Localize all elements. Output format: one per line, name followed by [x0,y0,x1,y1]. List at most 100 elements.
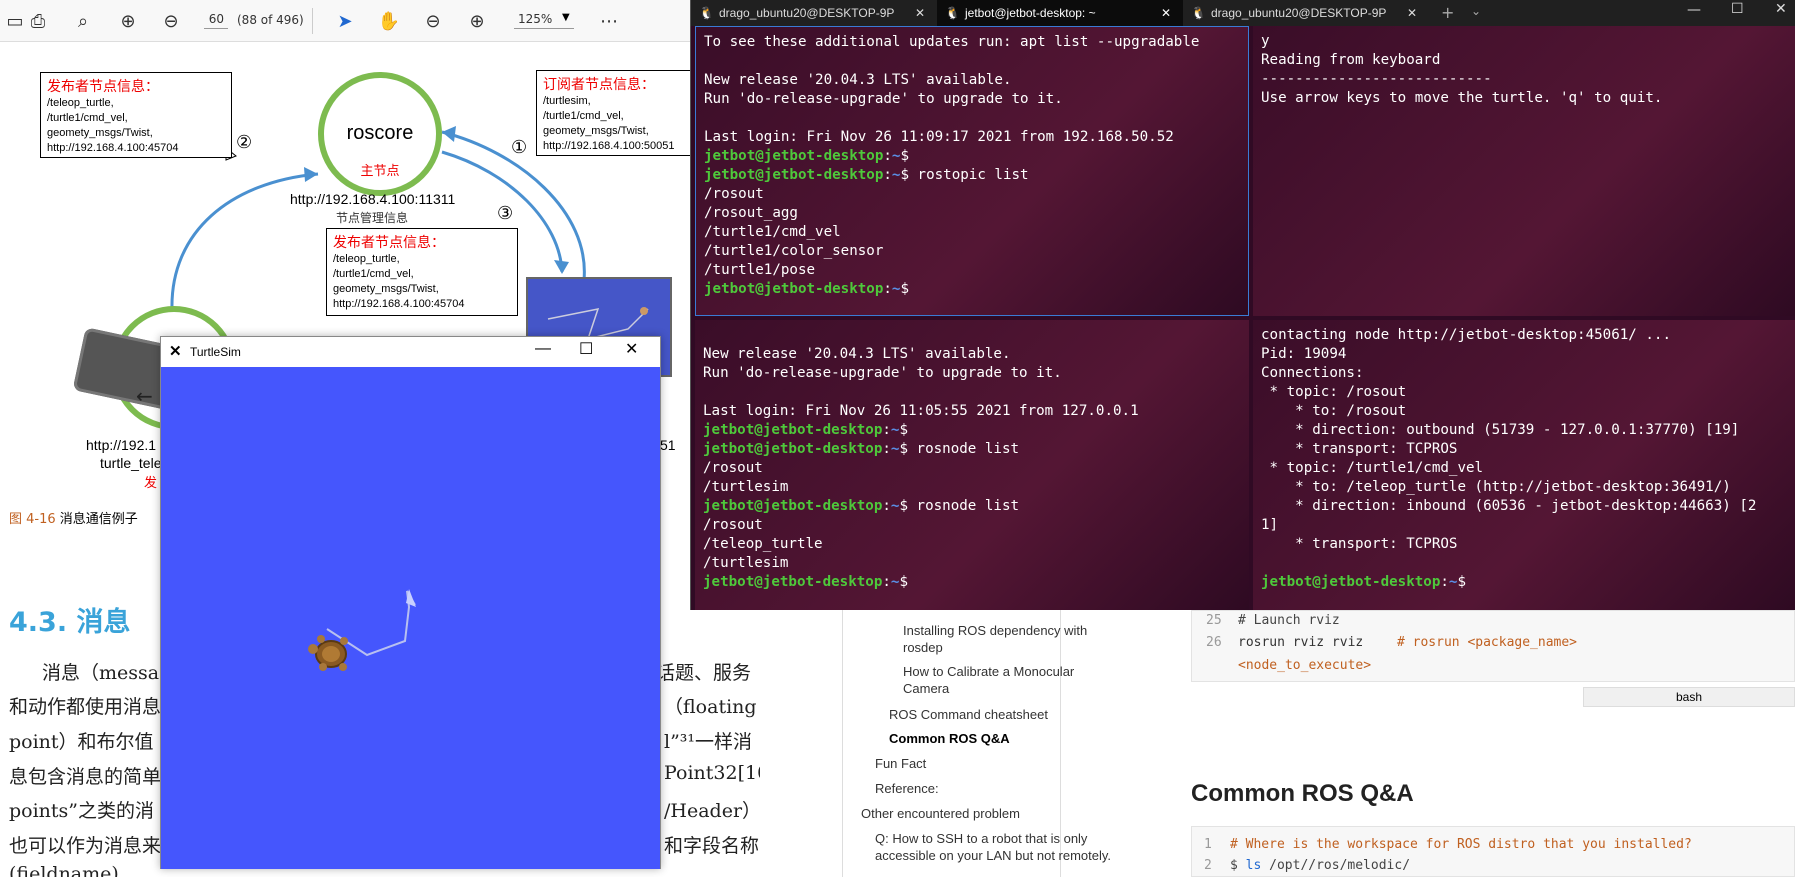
close-icon[interactable]: ✕ [1161,0,1171,26]
select-cursor-icon[interactable]: ➤ [334,10,356,32]
code-comment: <node_to_execute> [1238,658,1372,673]
note-title: 发布者节点信息： [47,78,159,94]
turtlesim-canvas[interactable] [161,367,660,869]
section-number: 4.3. [9,607,68,638]
note-title: 发布者节点信息： [333,234,445,250]
prompt-path: ~ [890,498,900,514]
zoom-out-icon[interactable]: ⊖ [422,10,444,32]
terminal-output: y Reading from keyboard ----------------… [1261,33,1663,106]
prompt-user: jetbot@jetbot-desktop [703,422,883,438]
page-up-icon[interactable]: ⊕ [117,10,139,32]
close-icon[interactable]: ✕ [625,339,638,359]
toc-item[interactable]: Reference: [875,780,939,797]
new-tab-icon[interactable]: + [1441,3,1454,22]
prompt-user: jetbot@jetbot-desktop [704,167,884,183]
prompt-path: ~ [890,441,900,457]
note-title: 订阅者节点信息： [543,76,655,92]
docs-heading: Common ROS Q&A [1191,780,1414,807]
turtlesim-title: TurtleSim [190,345,241,359]
step-2-marker: ② [236,132,253,153]
turtlesim-window[interactable]: ✕ TurtleSim — ☐ ✕ [160,336,661,869]
page-down-icon[interactable]: ⊖ [160,10,182,32]
left-node-red-label: 发 [144,476,158,491]
minimize-icon[interactable]: — [535,340,551,358]
para-left: (fieldname) [9,863,119,877]
toc-item[interactable]: Installing ROS dependency with [903,622,1087,639]
terminal-pane-2[interactable]: y Reading from keyboard ----------------… [1253,26,1795,316]
prompt-user: jetbot@jetbot-desktop [703,574,883,590]
tab-drago-1[interactable]: 🐧 drago_ubuntu20@DESKTOP-9P ✕ [691,0,937,26]
roscore-caption: 节点管理信息 [336,211,409,225]
publisher-note-2: 发布者节点信息： /teleop_turtle, /turtle1/cmd_ve… [326,228,518,316]
toc-item[interactable]: ROS Command cheatsheet [889,706,1048,723]
prompt-path: ~ [890,574,900,590]
tab-drago-2[interactable]: 🐧 drago_ubuntu20@DESKTOP-9P ✕ [1183,0,1429,26]
para-left: point）和布尔值 [9,731,154,753]
close-icon[interactable]: ✕ [1775,1,1787,17]
line-number: 26 [1206,635,1222,650]
terminal-pane-1[interactable]: To see these additional updates run: apt… [695,26,1249,316]
toc-item[interactable]: How to Calibrate a Monocular [903,663,1074,680]
step-1-marker: ① [511,137,528,158]
terminal-output: To see these additional updates run: apt… [704,34,1200,297]
save-icon[interactable]: ▭ [4,10,26,32]
maximize-icon[interactable]: ☐ [1731,1,1744,17]
chevron-down-icon[interactable]: ▼ [562,12,570,23]
minimize-icon[interactable]: — [1687,2,1701,18]
subscriber-note: 订阅者节点信息： /turtlesim, /turtle1/cmd_vel, g… [536,70,696,156]
close-icon[interactable]: ✕ [915,0,925,26]
code-comment: # rosrun <package_name> [1397,635,1578,650]
note-line: geomety_msgs/Twist, [543,125,649,137]
toc-item[interactable]: Camera [903,680,949,697]
chevron-down-icon[interactable]: ⌄ [1471,4,1481,18]
note-line: /teleop_turtle, [47,97,114,109]
publisher-note: 发布者节点信息： /teleop_turtle, /turtle1/cmd_ve… [40,72,232,158]
toc-item-active[interactable]: Common ROS Q&A [889,730,1010,747]
toc-item[interactable]: Other encountered problem [861,805,1020,822]
code-keyword: ls [1245,858,1262,873]
pdf-toolbar: ▭ ⎙ ⌕ ⊕ ⊖ 60 (88 of 496) ➤ ✋ ⊖ ⊕ 125% ▼ … [0,0,760,42]
para-right: （floating [664,696,757,718]
para-left: 也可以作为消息来 [9,835,162,857]
terminal-pane-3[interactable]: New release '20.04.3 LTS' available. Run… [695,320,1249,610]
turtlesim-titlebar[interactable]: ✕ TurtleSim — ☐ ✕ [161,337,660,367]
toc-item[interactable]: accessible on your LAN but not remotely. [875,847,1111,864]
terminal-pane-4[interactable]: contacting node http://jetbot-desktop:45… [1253,320,1795,610]
note-line: /turtle1/cmd_vel, [47,112,128,124]
terminal-tab-bar: 🐧 drago_ubuntu20@DESKTOP-9P ✕ 🐧 jetbot@j… [691,0,1795,26]
step-3-marker: ③ [497,203,514,224]
prompt-user: jetbot@jetbot-desktop [704,281,884,297]
tab-label: drago_ubuntu20@DESKTOP-9P [1211,6,1387,20]
zoom-out-search-icon[interactable]: ⌕ [72,10,94,32]
toc-rule [842,610,843,877]
print-icon[interactable]: ⎙ [27,10,49,32]
toc-item[interactable]: rosdep [903,639,943,656]
para-right: /Header） [664,800,760,822]
toc-item[interactable]: Q: How to SSH to a robot that is only [875,830,1087,847]
maximize-icon[interactable]: ☐ [579,339,593,359]
hand-tool-icon[interactable]: ✋ [378,10,400,32]
para-right: Point32[10] [664,762,760,784]
toc-item[interactable]: Fun Fact [875,755,926,772]
note-line: geomety_msgs/Twist, [333,283,439,295]
zoom-in-icon[interactable]: ⊕ [466,10,488,32]
tab-jetbot[interactable]: 🐧 jetbot@jetbot-desktop: ~ ✕ [937,0,1183,26]
para-left: 息包含消息的简单 [9,766,162,788]
code-block: 25 # Launch rviz 26 rosrun rviz rviz # r… [1191,610,1795,682]
line-number: 25 [1206,613,1222,628]
para-left: 消息（messa [42,662,160,684]
more-options-icon[interactable]: ⋯ [598,10,620,32]
para-left: 和动作都使用消息 [9,696,162,718]
close-icon[interactable]: ✕ [1407,0,1417,26]
page-number-input[interactable]: 60 [204,9,228,29]
prompt-path: ~ [891,148,901,164]
arrow-key-icon: ← [136,384,153,408]
figure-label: 图 4-16 [9,512,56,527]
left-node-name: turtle_tele [100,455,162,471]
note-line: /turtlesim, [543,95,591,107]
tab-label: jetbot@jetbot-desktop: ~ [965,6,1096,20]
terminal-output: contacting node http://jetbot-desktop:45… [1261,327,1757,590]
code-text: $ ls /opt//ros/melodic/ [1230,854,1410,877]
roscore-url: http://192.168.4.100:11311 [290,191,456,207]
tab-label: drago_ubuntu20@DESKTOP-9P [719,6,895,20]
